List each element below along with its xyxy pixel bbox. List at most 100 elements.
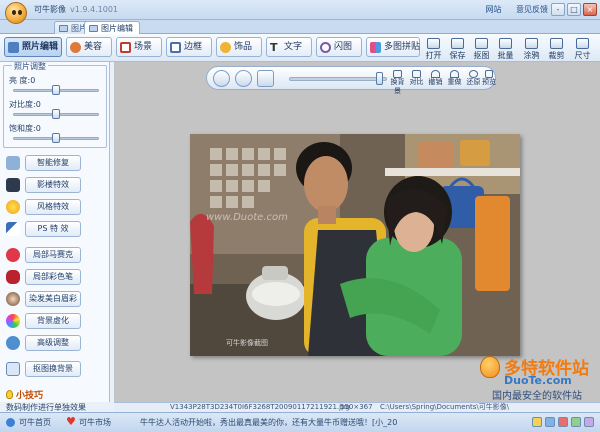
canvas-toolbar: 换背景 对比 撤销 重做 还原 预览 (206, 66, 496, 95)
saturation-slider-thumb[interactable] (52, 133, 60, 143)
smart-repair-button[interactable]: 智能修复 (25, 155, 81, 171)
collage-icon (370, 42, 381, 53)
crop-icon (550, 38, 563, 49)
lightbulb-icon (6, 390, 13, 399)
fit-screen-icon[interactable] (235, 70, 252, 87)
contrast-label: 对比度:0 (9, 99, 41, 110)
photo-edit-icon (8, 42, 19, 53)
brightness-value: 0 (30, 76, 36, 85)
feedback-link[interactable]: 意见反馈 (516, 5, 548, 14)
color-pen-icon (6, 270, 20, 284)
effect-row-advanced: 高级调整 (3, 334, 107, 354)
actual-size-icon[interactable] (257, 70, 274, 87)
style-effect-button[interactable]: 风格特效 (25, 199, 81, 215)
canvas-action-label: 换背景 (390, 78, 405, 95)
site-watermark: 多特软件站 DuoTe.com 国内最安全的软件站 (476, 354, 600, 402)
batch-icon (499, 38, 512, 49)
compare-icon (412, 70, 421, 78)
cutout-bg-button[interactable]: 抠图换背景 (25, 361, 81, 377)
preview-button[interactable]: 预览 (482, 70, 496, 89)
action-resize[interactable]: 尺寸 (569, 37, 596, 61)
brightness-slider-thumb[interactable] (52, 85, 60, 95)
restore-button[interactable]: 还原 (465, 70, 482, 89)
style-effect-icon (6, 200, 20, 214)
cutout-bg-icon (6, 362, 20, 376)
rotate-icon[interactable] (213, 70, 230, 87)
photo-watermark: www.Duote.com (206, 212, 288, 223)
zoom-slider-track[interactable] (289, 77, 387, 81)
title-bar: 可牛影像 v1.9.4.1001 网站 意见反馈 - □ × (0, 0, 600, 24)
studio-effect-button[interactable]: 影楼特效 (25, 177, 81, 193)
market-link[interactable]: 可牛市场 (66, 415, 111, 428)
tool-photo-edit[interactable]: 照片编辑 (4, 37, 62, 57)
mosaic-button[interactable]: 局部马赛克 (25, 247, 81, 263)
image-filename: V1343P28T3D234T0I6F3268T20090117211921.j… (170, 403, 350, 411)
tool-label: 闪图 (334, 42, 353, 52)
saturation-slider-row: 饱和度:0 (7, 123, 103, 145)
advanced-adjust-button[interactable]: 高级调整 (25, 335, 81, 351)
tool-label: 场景 (134, 42, 153, 52)
minimize-button[interactable]: - (551, 3, 565, 16)
action-crop[interactable]: 裁剪 (543, 37, 570, 61)
edited-photo (190, 134, 520, 356)
flash-icon (320, 42, 331, 53)
tray-icon[interactable] (571, 417, 581, 427)
tool-text[interactable]: T 文字 (266, 37, 312, 57)
action-open[interactable]: 打开 (420, 37, 447, 61)
redo-button[interactable]: 重做 (446, 70, 463, 89)
app-logo-icon (5, 2, 27, 24)
effect-row-smart-repair: 智能修复 (3, 154, 107, 174)
color-pen-button[interactable]: 局部彩色笔 (25, 269, 81, 285)
effect-row-studio: 影楼特效 (3, 176, 107, 196)
ps-effect-button[interactable]: PS 特 效 (25, 221, 81, 237)
preview-icon (485, 70, 493, 78)
tray-icon[interactable] (558, 417, 568, 427)
restore-icon (469, 70, 478, 78)
brightness-label: 亮 度:0 (9, 75, 35, 86)
tray-icon[interactable] (545, 417, 555, 427)
advanced-adjust-icon (6, 336, 20, 350)
hair-dye-button[interactable]: 染发美白眉彩 (25, 291, 81, 307)
announcement-text[interactable]: 牛牛达人活动开始啦，秀出最真最美的你，还有大量牛币赠送哦！[小_20 (140, 417, 397, 428)
contrast-slider-thumb[interactable] (52, 109, 60, 119)
tool-accessory[interactable]: 饰品 (216, 37, 262, 57)
tray-icon[interactable] (584, 417, 594, 427)
app-version: v1.9.4.1001 (70, 5, 118, 14)
action-doodle[interactable]: 涂鸦 (518, 37, 545, 61)
tab-image-edit[interactable]: 图片编辑 (84, 21, 140, 35)
website-link[interactable]: 网站 (485, 5, 501, 14)
tool-label: 多图拼贴 (384, 42, 421, 52)
tool-scene[interactable]: 场景 (116, 37, 162, 57)
undo-button[interactable]: 撤销 (427, 70, 444, 89)
action-batch[interactable]: 批量 (492, 37, 519, 61)
tool-flash[interactable]: 闪图 (316, 37, 362, 57)
tool-collage[interactable]: 多图拼贴 (366, 37, 420, 57)
bg-blur-button[interactable]: 背景虚化 (25, 313, 81, 329)
tips-title: 小技巧 (6, 388, 43, 401)
photo-canvas[interactable]: www.Duote.com 可牛影像截图 (190, 134, 520, 356)
action-save[interactable]: 保存 (444, 37, 471, 61)
tool-label: 照片编辑 (22, 42, 59, 52)
smart-repair-icon (6, 156, 20, 170)
image-edit-icon (89, 25, 98, 32)
tray-icon[interactable] (532, 417, 542, 427)
redo-icon (450, 70, 459, 78)
maximize-button[interactable]: □ (567, 3, 581, 16)
close-button[interactable]: × (583, 3, 597, 16)
photo-adjust-group: 照片调整 亮 度:0 对比度:0 饱和度:0 (3, 62, 107, 148)
frame-icon (170, 42, 181, 53)
photo-adjust-title: 照片调整 (12, 62, 48, 72)
photo-caption: 可牛影像截图 (226, 339, 268, 347)
action-cutout[interactable]: 抠图 (468, 37, 495, 61)
swap-bg-button[interactable]: 换背景 (389, 70, 406, 95)
effect-row-hair-dye: 染发美白眉彩 (3, 290, 107, 310)
slider-label-text: 饱和度: (9, 124, 36, 133)
image-info-bar: V1343P28T3D234T0I6F3268T20090117211921.j… (114, 402, 600, 412)
canvas-action-label: 还原 (466, 78, 481, 86)
tool-frame[interactable]: 边框 (166, 37, 212, 57)
tool-beauty[interactable]: 美容 (66, 37, 112, 57)
compare-button[interactable]: 对比 (408, 70, 425, 89)
home-link[interactable]: 可牛首页 (6, 417, 51, 428)
zoom-slider-thumb[interactable] (376, 72, 384, 85)
canvas-area[interactable]: 换背景 对比 撤销 重做 还原 预览 www.Duote.com 可牛影像截图 … (114, 62, 600, 402)
